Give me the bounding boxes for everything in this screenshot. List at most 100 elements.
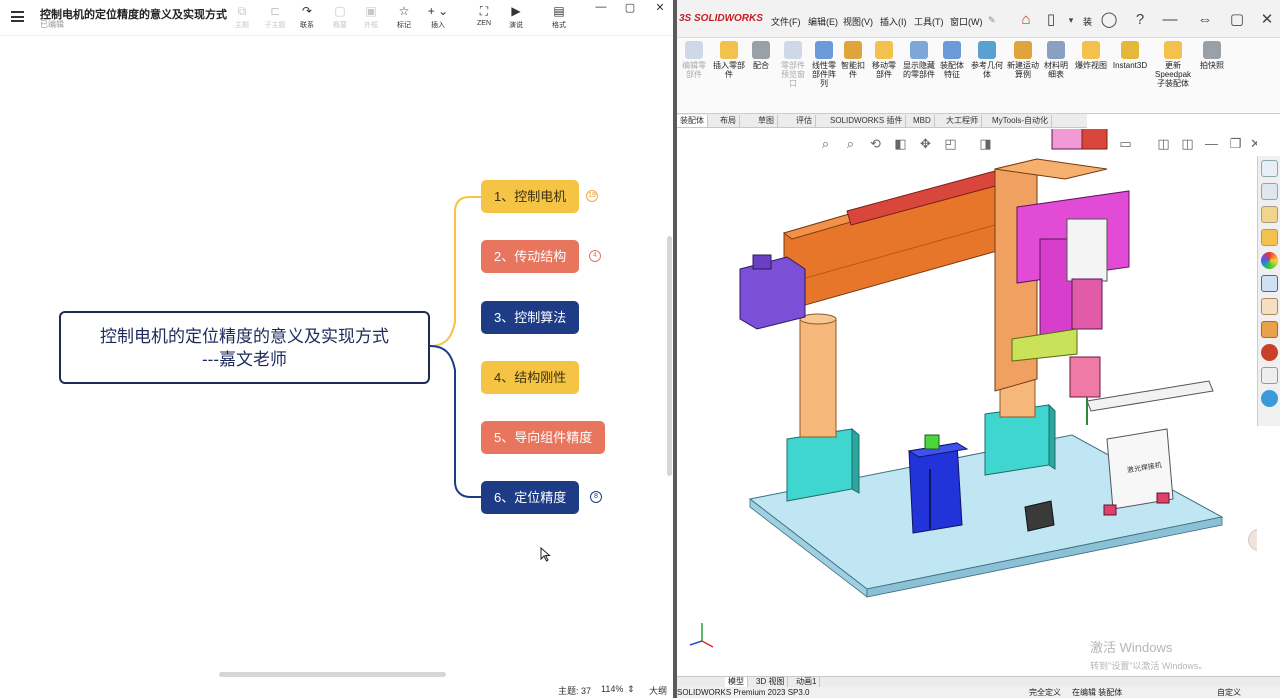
ribbon-button[interactable]: 移动零部件 <box>869 41 899 79</box>
ribbon-command-icon <box>815 41 833 59</box>
ribbon-button-label: 零部件预览窗口 <box>781 61 805 88</box>
minimize-button[interactable]: — <box>591 1 611 13</box>
tab-mbd[interactable]: MBD <box>910 115 935 127</box>
tab-evaluate[interactable]: 评估 <box>793 115 816 127</box>
record-icon[interactable] <box>1260 344 1278 361</box>
menu-window[interactable]: 窗口(W) <box>950 15 983 28</box>
ribbon-button[interactable]: 编辑零部件 <box>679 41 709 79</box>
ribbon-command-icon <box>1014 41 1032 59</box>
pin-icon[interactable]: ✎ <box>988 15 996 26</box>
graphics-area[interactable]: ⌕ ⌕ ⟲ ◧ ✥ ◰ ◨ ▭ ◫ ◫ — ❐ ✕ 激光焊接机 激活 Windo… <box>677 129 1257 675</box>
ribbon-button[interactable]: 参考几何体 <box>971 41 1003 79</box>
restore-button[interactable]: ⇔ <box>1195 10 1215 30</box>
ribbon-button[interactable]: 智能扣件 <box>839 41 867 79</box>
topic-count-badge[interactable]: 8 <box>590 491 602 503</box>
topic-guide-precision[interactable]: 5、导向组件精度 <box>481 421 606 454</box>
new-document-icon[interactable]: ▯ <box>1041 10 1061 30</box>
home-icon[interactable]: ⌂ <box>1016 10 1036 30</box>
maximize-button[interactable]: ▢ <box>620 1 640 14</box>
zoom-stepper-icon[interactable]: ⇕ <box>627 684 635 695</box>
topic-structural-rigidity[interactable]: 4、结构刚性 <box>481 361 580 394</box>
menu-view[interactable]: 视图(V) <box>843 15 873 28</box>
tab-model[interactable]: 模型 <box>725 677 748 687</box>
tab-3d-views[interactable]: 3D 视图 <box>753 677 789 687</box>
ribbon-button-label: 装配体特征 <box>940 61 964 79</box>
ribbon-button[interactable]: 配合 <box>747 41 775 70</box>
tab-assembly[interactable]: 装配体 <box>677 115 708 127</box>
outline-button[interactable]: 大纲 <box>649 684 667 697</box>
tab-motion-study[interactable]: 动画1 <box>793 677 821 687</box>
version-text: SOLIDWORKS Premium 2023 SP3.0 <box>677 688 810 697</box>
close-button[interactable]: ✕ <box>650 1 670 14</box>
topic-control-motor[interactable]: 1、控制电机 <box>481 180 580 213</box>
ribbon-button[interactable]: 显示隐藏的零部件 <box>903 41 935 79</box>
windows-activation-watermark: 激活 Windows 转到"设置"以激活 Windows。 <box>1090 640 1208 671</box>
help-icon[interactable]: ? <box>1130 10 1150 30</box>
solidworks-window: 3S SOLIDWORKS 文件(F) 编辑(E) 视图(V) 插入(I) 工具… <box>677 0 1280 698</box>
ribbon-button[interactable]: 线性零部件阵列 <box>809 41 839 88</box>
topic-positioning-accuracy[interactable]: 6、定位精度 <box>481 481 580 514</box>
tab-mytools[interactable]: MyTools-自动化 <box>989 115 1053 127</box>
pitch-button[interactable]: ▶ 演说 <box>496 4 536 30</box>
ribbon-button[interactable]: 爆炸视图 <box>1075 41 1107 70</box>
ribbon-command-icon <box>720 41 738 59</box>
horizontal-scrollbar[interactable] <box>219 672 446 677</box>
ribbon-button-label: 显示隐藏的零部件 <box>903 61 935 79</box>
central-topic[interactable]: 控制电机的定位精度的意义及实现方式 ---嘉文老师 <box>59 311 430 384</box>
ribbon-command-icon <box>844 41 862 59</box>
insert-button[interactable]: + ⌄ 插入 <box>418 4 458 30</box>
ribbon-button[interactable]: 装配体特征 <box>937 41 967 79</box>
units-selector[interactable]: 自定义 <box>1217 687 1241 698</box>
menu-icon[interactable] <box>11 11 24 22</box>
format-button[interactable]: ▤ 格式 <box>539 4 579 30</box>
topic-transmission[interactable]: 2、传动结构 <box>481 240 580 273</box>
tab-sketch[interactable]: 草图 <box>755 115 778 127</box>
ribbon-button-label: 智能扣件 <box>841 61 865 79</box>
assembly-model[interactable]: 激光焊接机 <box>677 129 1257 675</box>
ribbon-button[interactable]: 材料明细表 <box>1041 41 1071 79</box>
tab-engineer[interactable]: 大工程师 <box>943 115 982 127</box>
ribbon-button[interactable]: Instant3D <box>1111 41 1149 70</box>
maximize-button[interactable]: ▢ <box>1227 10 1247 30</box>
menu-file[interactable]: 文件(F) <box>771 15 801 28</box>
appearances-icon[interactable] <box>1260 252 1278 269</box>
notes-icon[interactable] <box>1260 367 1278 384</box>
minimize-button[interactable]: — <box>1160 10 1180 30</box>
design-library-icon[interactable] <box>1260 183 1278 200</box>
ribbon-button[interactable]: 拍快照 <box>1197 41 1227 70</box>
custom-properties-icon[interactable] <box>1260 275 1278 292</box>
ribbon-button-label: 更新Speedpak子装配体 <box>1155 61 1192 88</box>
ribbon-command-icon <box>875 41 893 59</box>
ribbon-button[interactable]: 插入零部件 <box>713 41 745 79</box>
mindmap-canvas[interactable]: 控制电机的定位精度的意义及实现方式 ---嘉文老师 1、控制电机 19 2、传动… <box>0 37 668 671</box>
document-title: 控制电机的定位精度的意义及实现方式 <box>40 9 227 21</box>
menu-edit[interactable]: 编辑(E) <box>808 15 838 28</box>
ribbon-button[interactable]: 零部件预览窗口 <box>779 41 807 88</box>
file-explorer-icon[interactable] <box>1260 206 1278 223</box>
topic-count-badge[interactable]: 4 <box>589 250 601 262</box>
zoom-level[interactable]: 114% <box>601 684 623 694</box>
community-icon[interactable] <box>1260 390 1278 407</box>
solidworks-statusbar: SOLIDWORKS Premium 2023 SP3.0 完全定义 在编辑 装… <box>677 687 1280 698</box>
view-palette-icon[interactable] <box>1260 229 1278 246</box>
solidworks-logo[interactable]: 3S SOLIDWORKS <box>679 13 763 24</box>
topic-count-badge[interactable]: 19 <box>586 190 598 202</box>
ribbon-button[interactable]: 新建运动算例 <box>1007 41 1039 79</box>
chevron-down-icon[interactable]: ▾ <box>1061 10 1081 30</box>
resources-home-icon[interactable] <box>1260 160 1278 177</box>
menu-insert[interactable]: 插入(I) <box>880 15 907 28</box>
topic-control-algorithm[interactable]: 3、控制算法 <box>481 301 580 334</box>
tools-icon[interactable] <box>1260 298 1278 315</box>
folder-icon[interactable] <box>1260 321 1278 338</box>
user-icon[interactable]: ◯ <box>1099 10 1119 30</box>
vertical-scrollbar[interactable] <box>667 236 672 476</box>
close-button[interactable]: ✕ <box>1257 10 1277 30</box>
ribbon-button-label: 材料明细表 <box>1044 61 1068 79</box>
ribbon-button[interactable]: 更新Speedpak子装配体 <box>1155 41 1191 88</box>
tab-layout[interactable]: 布局 <box>717 115 740 127</box>
plus-icon: + ⌄ <box>427 4 449 18</box>
mindmap-statusbar: 主题: 37 114% ⇕ 大纲 <box>0 680 673 698</box>
menu-tools[interactable]: 工具(T) <box>914 15 944 28</box>
tab-addins[interactable]: SOLIDWORKS 插件 <box>827 115 907 127</box>
ribbon-button-label: 移动零部件 <box>872 61 896 79</box>
